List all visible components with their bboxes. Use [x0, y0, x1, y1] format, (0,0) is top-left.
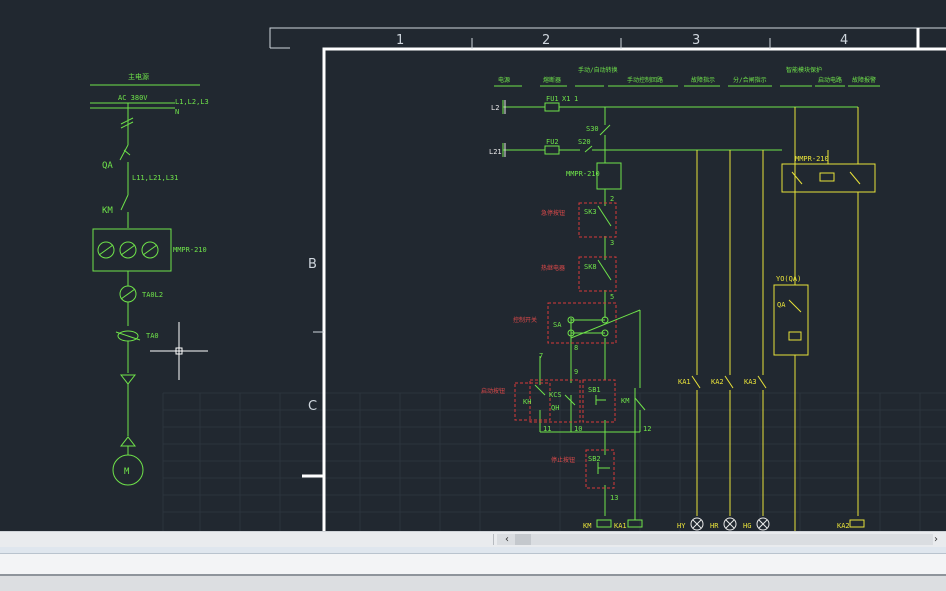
svg-text:故障报警: 故障报警	[852, 76, 876, 84]
svg-text:手动控制回路: 手动控制回路	[627, 76, 663, 84]
svg-text:2: 2	[610, 195, 614, 203]
svg-text:KH: KH	[523, 398, 531, 406]
zone-col-3: 3	[692, 33, 700, 48]
svg-text:TA0: TA0	[146, 332, 159, 340]
svg-text:QA: QA	[777, 301, 786, 309]
svg-text:控制开关: 控制开关	[513, 316, 537, 324]
svg-text:S30: S30	[586, 125, 599, 133]
svg-text:SK8: SK8	[584, 263, 597, 271]
svg-text:3: 3	[610, 239, 614, 247]
svg-text:HR: HR	[710, 522, 719, 530]
svg-text:8: 8	[574, 344, 578, 352]
svg-text:热继电器: 热继电器	[541, 264, 565, 272]
svg-text:L2: L2	[491, 104, 499, 112]
zone-col-2: 2	[542, 33, 550, 48]
svg-text:熔断器: 熔断器	[543, 76, 561, 84]
svg-text:QA: QA	[102, 161, 113, 171]
svg-text:X1: X1	[562, 95, 570, 103]
svg-text:KA2: KA2	[711, 378, 724, 386]
svg-text:智能模块保护: 智能模块保护	[786, 66, 822, 74]
svg-text:分/合闸指示: 分/合闸指示	[733, 76, 767, 84]
svg-text:SA: SA	[553, 321, 562, 329]
zone-col-4: 4	[840, 33, 848, 48]
svg-text:SB2: SB2	[588, 455, 601, 463]
svg-text:手动/自动转换: 手动/自动转换	[578, 66, 618, 74]
svg-text:11: 11	[543, 425, 551, 433]
svg-text:主电源: 主电源	[128, 72, 149, 81]
svg-text:KA2: KA2	[837, 522, 850, 530]
scroll-right-arrow-icon[interactable]: ›	[931, 532, 941, 547]
svg-text:启动按钮: 启动按钮	[481, 387, 505, 395]
svg-text:QH: QH	[551, 404, 559, 412]
status-bar	[0, 576, 946, 591]
svg-text:KM: KM	[621, 397, 629, 405]
scrollbar-track[interactable]	[497, 534, 933, 545]
svg-text:L11,L21,L31: L11,L21,L31	[132, 174, 178, 182]
svg-text:FU1: FU1	[546, 95, 559, 103]
svg-text:KM: KM	[102, 206, 113, 216]
svg-text:KA1: KA1	[678, 378, 691, 386]
svg-text:YO(QA): YO(QA)	[776, 275, 801, 283]
svg-text:KA3: KA3	[744, 378, 757, 386]
svg-text:故障指示: 故障指示	[691, 76, 715, 84]
svg-text:KCS: KCS	[549, 391, 562, 399]
svg-text:HY: HY	[677, 522, 686, 530]
one-line-diagram: 主电源 AC 380V L1,L2,L3 N QA L11,L21,L31 KM…	[90, 72, 209, 486]
svg-text:MMPR-210: MMPR-210	[173, 246, 207, 254]
svg-text:MMPR-210: MMPR-210	[795, 155, 829, 163]
cad-drawing-canvas[interactable]: 1 2 3 4 B C 电源 熔断器 手动/自动转换 手动控制回路 故障指示 分…	[0, 0, 946, 531]
svg-text:SB1: SB1	[588, 386, 601, 394]
svg-text:9: 9	[574, 368, 578, 376]
svg-text:M: M	[124, 467, 130, 477]
svg-text:FU2: FU2	[546, 138, 559, 146]
layout-tab-strip	[0, 547, 946, 554]
svg-text:N: N	[175, 108, 179, 116]
zone-row-c: C	[308, 399, 317, 414]
drawing-frame	[269, 27, 946, 531]
svg-text:电源: 电源	[498, 76, 510, 84]
zone-row-b: B	[308, 257, 317, 272]
svg-text:12: 12	[643, 425, 651, 433]
control-schematic: L2 L21 FU1 FU2 X1 1 S30 S20 MMPR-210 SA …	[481, 95, 876, 531]
svg-text:1: 1	[574, 95, 578, 103]
svg-text:HG: HG	[743, 522, 751, 530]
svg-text:KA1: KA1	[614, 522, 627, 530]
scrollbar-thumb[interactable]	[515, 534, 531, 545]
scroll-left-arrow-icon[interactable]: ‹	[502, 532, 512, 547]
svg-text:L21: L21	[489, 148, 502, 156]
header-labels: 电源 熔断器 手动/自动转换 手动控制回路 故障指示 分/合闸指示 智能模块保护…	[494, 66, 880, 87]
svg-text:SK3: SK3	[584, 208, 597, 216]
zone-col-1: 1	[396, 33, 404, 48]
command-line-area[interactable]	[0, 554, 946, 576]
svg-text:5: 5	[610, 293, 614, 301]
svg-text:急停按钮: 急停按钮	[541, 209, 565, 217]
svg-text:L1,L2,L3: L1,L2,L3	[175, 98, 209, 106]
svg-text:13: 13	[610, 494, 618, 502]
svg-text:7: 7	[539, 352, 543, 360]
svg-text:启动电路: 启动电路	[818, 76, 842, 84]
svg-text:KM: KM	[583, 522, 591, 530]
horizontal-scrollbar[interactable]: ‹ ›	[0, 531, 946, 547]
svg-text:MMPR-210: MMPR-210	[566, 170, 600, 178]
svg-text:停止按钮: 停止按钮	[551, 456, 575, 464]
svg-text:TA0L2: TA0L2	[142, 291, 163, 299]
svg-text:AC 380V: AC 380V	[118, 94, 148, 102]
svg-text:S20: S20	[578, 138, 591, 146]
svg-text:10: 10	[574, 425, 582, 433]
